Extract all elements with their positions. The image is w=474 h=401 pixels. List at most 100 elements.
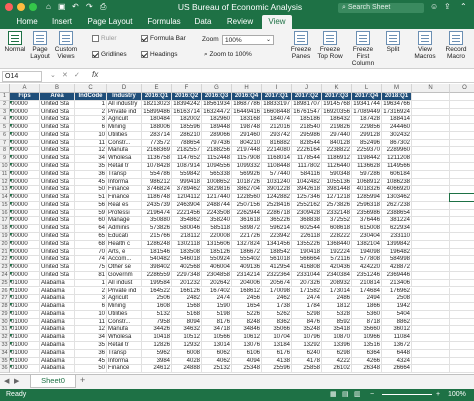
cell-k21[interactable]: 192224 — [322, 248, 352, 257]
cell-a18[interactable]: 00000 — [10, 225, 40, 234]
cell-a7[interactable]: 00000 — [10, 139, 40, 148]
cell-j6[interactable]: 295986 — [292, 131, 322, 140]
cell-k26[interactable]: 173014 — [322, 287, 352, 296]
cell-e13[interactable]: 3746824 — [142, 186, 172, 195]
smiley-icon[interactable]: ☺ — [430, 2, 438, 11]
cell-c34[interactable]: 36 — [75, 349, 107, 358]
cell-g2[interactable]: 18561934 — [202, 100, 232, 109]
column-header-n[interactable]: N — [412, 84, 450, 93]
cell-i35[interactable]: 4138 — [262, 357, 292, 366]
cell-b2[interactable]: United Sta — [40, 100, 75, 109]
page-layout-status-icon[interactable]: ▤ — [342, 389, 349, 401]
cell-d19[interactable]: Educati — [107, 233, 142, 241]
tab-view[interactable]: View — [262, 15, 292, 29]
cell-b11[interactable]: United Sta — [40, 170, 75, 179]
cell-e19[interactable]: 215766 — [142, 233, 172, 241]
cell-l7[interactable]: 852496 — [352, 139, 382, 148]
cell-c33[interactable]: 35 — [75, 341, 107, 350]
cell-m36[interactable]: 26664 — [382, 365, 412, 374]
cell-d33[interactable]: Retail tr — [107, 341, 142, 350]
cell-g25[interactable]: 202642 — [202, 279, 232, 288]
cell-m18[interactable]: 622934 — [382, 225, 412, 234]
cell-f1[interactable]: 2016:Q2 — [172, 93, 202, 101]
cell-c31[interactable]: 12 — [75, 326, 107, 335]
row-header-8[interactable]: 8 — [0, 147, 10, 156]
cell-l24[interactable]: 2351246 — [352, 271, 382, 280]
cell-o24[interactable] — [450, 272, 474, 280]
cell-h5[interactable]: 198748 — [232, 124, 262, 132]
cell-h11[interactable]: 569926 — [232, 170, 262, 179]
page-layout-view-button[interactable]: Page Layout — [28, 31, 52, 60]
cell-l17[interactable]: 376446 — [352, 217, 382, 226]
cell-g5[interactable]: 189448 — [202, 124, 232, 132]
zoom-select[interactable]: 100% ⌄ — [222, 35, 274, 45]
cell-c4[interactable]: 3 — [75, 116, 107, 125]
row-header-25[interactable]: 25 — [0, 279, 10, 288]
cell-g36[interactable]: 25132 — [202, 365, 232, 374]
cell-h9[interactable]: 1157908 — [232, 155, 262, 163]
cell-e35[interactable]: 3984 — [142, 357, 172, 366]
cell-m23[interactable]: 428872 — [382, 264, 412, 272]
cell-k9[interactable]: 1186912 — [322, 155, 352, 163]
cell-e32[interactable]: 10418 — [142, 334, 172, 342]
cell-k16[interactable]: 2332148 — [322, 209, 352, 218]
cell-m12[interactable]: 1086238 — [382, 178, 412, 187]
row-header-2[interactable]: 2 — [0, 100, 10, 109]
cell-j4[interactable]: 185186 — [292, 116, 322, 125]
cell-c16[interactable]: 59 — [75, 209, 107, 218]
cell-n20[interactable] — [412, 240, 450, 249]
cell-b14[interactable]: United Sta — [40, 194, 75, 202]
cell-g1[interactable]: 2016:Q3 — [202, 93, 232, 101]
cell-o1[interactable] — [450, 93, 474, 101]
cell-m15[interactable]: 2627238 — [382, 201, 412, 210]
cell-k1[interactable]: 2017:Q3 — [322, 93, 352, 101]
cell-o14[interactable] — [450, 194, 474, 202]
cell-n28[interactable] — [412, 303, 450, 311]
cell-n24[interactable] — [412, 271, 450, 280]
cell-j32[interactable]: 10796 — [292, 334, 322, 342]
cell-b3[interactable]: United Sta — [40, 108, 75, 117]
cell-n30[interactable] — [412, 318, 450, 327]
cell-c12[interactable]: 45 — [75, 178, 107, 187]
cell-j5[interactable]: 218540 — [292, 124, 322, 132]
cell-g17[interactable]: 358240 — [202, 217, 232, 226]
row-header-36[interactable]: 36 — [0, 365, 10, 374]
cell-a31[interactable]: 01000 — [10, 326, 40, 335]
cell-n15[interactable] — [412, 201, 450, 210]
cell-n26[interactable] — [412, 287, 450, 296]
cell-k15[interactable]: 2573826 — [322, 201, 352, 210]
cell-k31[interactable]: 35418 — [322, 326, 352, 335]
cell-j15[interactable]: 2552162 — [292, 201, 322, 210]
cell-k27[interactable]: 2486 — [322, 295, 352, 304]
cell-k25[interactable]: 208932 — [322, 279, 352, 288]
row-header-32[interactable]: 32 — [0, 334, 10, 342]
cell-l33[interactable]: 13516 — [352, 341, 382, 350]
cell-b27[interactable]: Alabama — [40, 295, 75, 304]
cell-m25[interactable]: 213406 — [382, 279, 412, 288]
cell-b36[interactable]: Alabama — [40, 365, 75, 374]
row-header-28[interactable]: 28 — [0, 303, 10, 311]
cell-o17[interactable] — [450, 217, 474, 226]
cell-j33[interactable]: 13292 — [292, 341, 322, 350]
cell-g21[interactable]: 185126 — [202, 248, 232, 257]
cell-b7[interactable]: United Sta — [40, 139, 75, 148]
cell-g8[interactable]: 2188256 — [202, 147, 232, 156]
cell-a16[interactable]: 00000 — [10, 209, 40, 218]
row-header-34[interactable]: 34 — [0, 349, 10, 358]
cell-j8[interactable]: 2226164 — [292, 147, 322, 156]
cell-l20[interactable]: 1382104 — [352, 240, 382, 249]
cell-j28[interactable]: 1784 — [292, 303, 322, 311]
cell-c3[interactable]: 2 — [75, 108, 107, 117]
cell-m4[interactable]: 188414 — [382, 116, 412, 125]
cell-d32[interactable]: Wholesa — [107, 334, 142, 342]
cell-c2[interactable]: 1 — [75, 100, 107, 109]
share-icon[interactable]: ⇪ — [444, 2, 451, 11]
cell-m11[interactable]: 606184 — [382, 170, 412, 179]
cell-e6[interactable]: 283714 — [142, 131, 172, 140]
cell-i18[interactable]: 596214 — [262, 225, 292, 234]
row-header-6[interactable]: 6 — [0, 131, 10, 140]
cell-o26[interactable] — [450, 288, 474, 296]
cell-k32[interactable]: 10870 — [322, 334, 352, 342]
cell-d35[interactable]: Informa — [107, 357, 142, 366]
cell-l31[interactable]: 35660 — [352, 326, 382, 335]
